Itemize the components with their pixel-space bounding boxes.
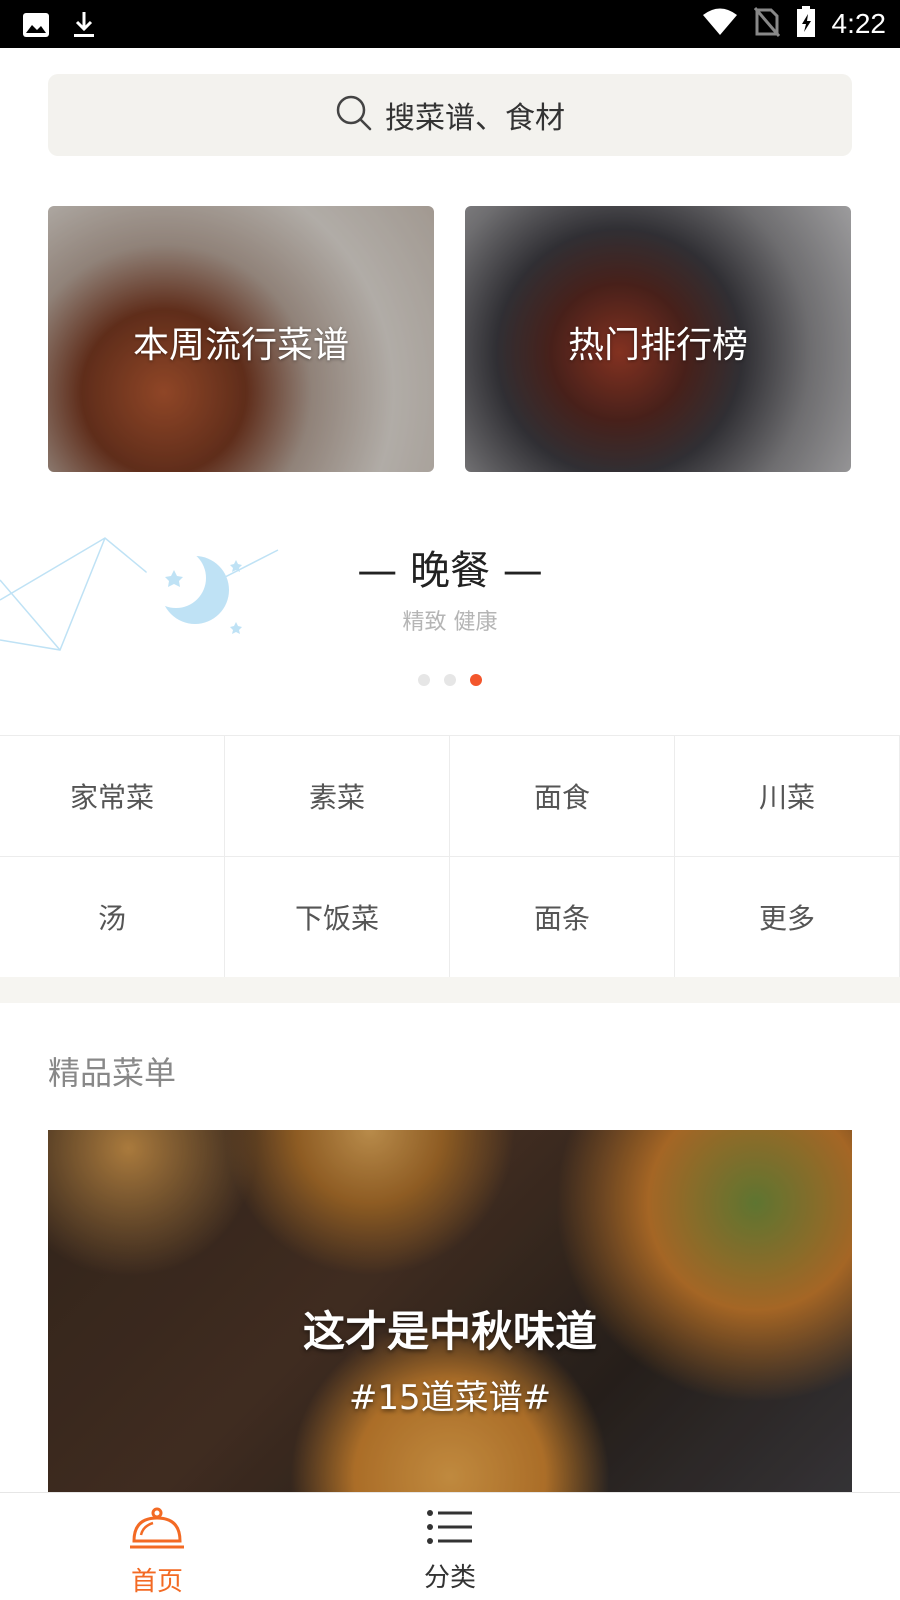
category-soup[interactable]: 汤 (0, 857, 225, 978)
nav-category[interactable]: 分类 (360, 1493, 540, 1600)
search-icon (335, 94, 373, 136)
category-rice-dishes[interactable]: 下饭菜 (225, 857, 450, 978)
carousel-dot[interactable] (418, 674, 430, 686)
menu-banner[interactable]: 这才是中秋味道 #15道菜谱# (48, 1130, 852, 1495)
carousel-dot-active[interactable] (470, 674, 482, 686)
card-title: 热门排行榜 (567, 325, 748, 366)
search-input[interactable]: 搜菜谱、食材 (385, 93, 565, 137)
meal-subtitle: 精致 健康 (402, 610, 498, 635)
status-bar: 4:22 (0, 0, 900, 48)
meal-title: — 晚餐 — (357, 548, 543, 594)
status-left (22, 10, 96, 44)
section-title: 精品菜单 (48, 1054, 177, 1092)
category-more[interactable]: 更多 (675, 857, 900, 978)
meal-banner[interactable]: — 晚餐 — 精致 健康 (0, 490, 900, 720)
status-right: 4:22 (702, 6, 887, 42)
download-notification-icon (72, 10, 96, 44)
category-vegetarian[interactable]: 素菜 (225, 736, 450, 857)
battery-icon (796, 6, 816, 42)
weekly-popular-card[interactable]: 本周流行菜谱 (48, 206, 434, 472)
carousel-dot[interactable] (444, 674, 456, 686)
bottom-nav: 首页 分类 (0, 1492, 900, 1600)
carousel-indicator[interactable] (0, 674, 900, 686)
nav-label: 首页 (130, 1567, 183, 1597)
cloche-icon (129, 1507, 185, 1555)
image-notification-icon (22, 12, 50, 42)
category-home-cooking[interactable]: 家常菜 (0, 736, 225, 857)
category-sichuan[interactable]: 川菜 (675, 736, 900, 857)
search-bar[interactable]: 搜菜谱、食材 (48, 74, 852, 156)
nav-label: 分类 (423, 1563, 476, 1593)
banner-title: 这才是中秋味道 (302, 1307, 597, 1356)
wifi-icon (702, 8, 738, 40)
nav-home[interactable]: 首页 (67, 1493, 247, 1600)
category-noodles[interactable]: 面条 (450, 857, 675, 978)
banner-subtitle: #15道菜谱# (348, 1378, 552, 1418)
category-pastry[interactable]: 面食 (450, 736, 675, 857)
category-grid: 家常菜 素菜 面食 川菜 汤 下饭菜 面条 更多 (0, 735, 900, 978)
card-title: 本周流行菜谱 (132, 325, 349, 366)
clock: 4:22 (831, 8, 887, 39)
no-sim-icon (753, 7, 780, 41)
section-divider (0, 977, 900, 1003)
list-icon (426, 1507, 474, 1551)
hot-ranking-card[interactable]: 热门排行榜 (465, 206, 851, 472)
